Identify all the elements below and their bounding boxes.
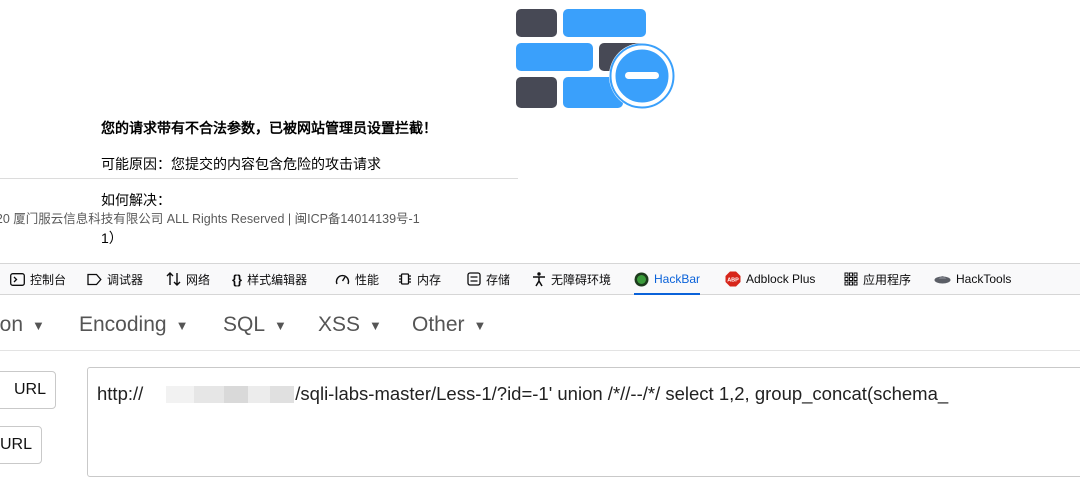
tab-accessibility[interactable]: 无障碍环境 (532, 264, 611, 294)
tab-console[interactable]: 控制台 (10, 264, 66, 294)
menu-sql[interactable]: SQL ▼ (223, 313, 287, 337)
tab-label: 控制台 (30, 272, 67, 287)
menu-xss[interactable]: XSS ▼ (318, 313, 382, 337)
chevron-down-icon: ▼ (274, 317, 287, 333)
hackbar-icon (634, 272, 649, 287)
tab-label: 网络 (186, 272, 211, 287)
abp-icon: ABP (725, 271, 741, 287)
tab-label: 无障碍环境 (551, 272, 612, 287)
accessibility-icon (532, 271, 546, 287)
tab-performance[interactable]: 性能 (335, 264, 379, 294)
block-reason: 可能原因：您提交的内容包含危险的攻击请求 (101, 156, 381, 172)
menu-label: XSS (318, 313, 361, 336)
tab-label: 存储 (486, 272, 511, 287)
tab-label: 性能 (355, 272, 380, 287)
menu-label: Other (412, 313, 465, 336)
tab-adblock-plus[interactable]: ABP Adblock Plus (725, 264, 815, 294)
load-url-button[interactable]: URL (0, 371, 56, 409)
copyright-footer: 2020 厦门服云信息科技有限公司 ALL Rights Reserved | … (0, 212, 420, 226)
menu-label: SQL (223, 313, 266, 336)
url-prefix: http:// (97, 383, 144, 404)
tab-debugger[interactable]: 调试器 (87, 264, 143, 294)
redacted-host (144, 385, 295, 403)
debugger-icon (87, 273, 102, 286)
network-icon (166, 272, 181, 286)
performance-icon (335, 273, 350, 286)
chevron-down-icon: ▼ (369, 317, 382, 333)
button-label: URL (13, 381, 46, 398)
menu-injection[interactable]: ion ▼ (0, 313, 45, 337)
tab-memory[interactable]: 内存 (398, 264, 441, 294)
menu-encoding[interactable]: Encoding ▼ (79, 313, 188, 337)
tab-label: 样式编辑器 (247, 272, 308, 287)
footer-tail: 1） (101, 230, 123, 246)
tab-label: 调试器 (107, 272, 144, 287)
url-textarea[interactable]: http:// /sqli-labs-master/Less-1/?id=-1'… (87, 367, 1080, 477)
firewall-logo-icon (516, 9, 675, 109)
tab-application[interactable]: 应用程序 (844, 264, 911, 294)
howto-label: 如何解决： (101, 192, 171, 208)
tab-label: 应用程序 (863, 272, 912, 287)
menu-label: ion (0, 313, 24, 336)
hackbar-menu: ion ▼ Encoding ▼ SQL ▼ XSS ▼ Other ▼ (0, 304, 1080, 351)
style-editor-icon: {} (232, 271, 243, 287)
split-url-button[interactable]: URL (0, 426, 42, 464)
devtools-tabbar: 控制台 调试器 网络 {} 样式编辑器 性能 内存 存储 无障碍环境 HackB… (0, 263, 1080, 295)
tab-hackbar[interactable]: HackBar (634, 264, 701, 295)
button-label: URL (0, 436, 32, 453)
tab-style-editor[interactable]: {} 样式编辑器 (232, 264, 307, 294)
application-icon (844, 272, 858, 286)
hacktools-icon (934, 273, 951, 285)
menu-other[interactable]: Other ▼ (412, 313, 486, 337)
tab-label: HackTools (956, 272, 1012, 286)
url-value: http:// /sqli-labs-master/Less-1/?id=-1'… (97, 383, 948, 405)
chevron-down-icon: ▼ (473, 317, 487, 333)
tab-network[interactable]: 网络 (166, 264, 210, 294)
console-icon (10, 272, 25, 286)
url-path: /sqli-labs-master/Less-1/?id=-1' union /… (295, 383, 949, 404)
chevron-down-icon: ▼ (32, 317, 45, 333)
divider (0, 178, 518, 179)
waf-block-page: 您的请求带有不合法参数，已被网站管理员设置拦截！ 可能原因：您提交的内容包含危险… (0, 0, 1080, 262)
tab-label: HackBar (654, 272, 701, 286)
menu-label: Encoding (79, 313, 167, 336)
tab-label: Adblock Plus (746, 272, 816, 286)
tab-hacktools[interactable]: HackTools (934, 264, 1011, 294)
tab-label: 内存 (417, 272, 442, 287)
memory-icon (398, 272, 412, 286)
chevron-down-icon: ▼ (175, 317, 189, 333)
block-title: 您的请求带有不合法参数，已被网站管理员设置拦截！ (101, 120, 437, 136)
tab-storage[interactable]: 存储 (467, 264, 510, 294)
svg-text:ABP: ABP (727, 278, 739, 284)
storage-icon (467, 272, 481, 286)
